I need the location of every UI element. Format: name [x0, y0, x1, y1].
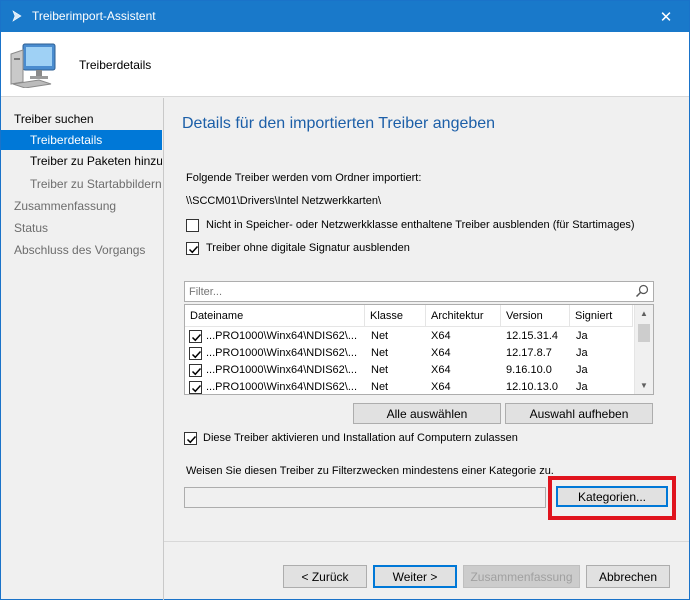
summary-button: Zusammenfassung — [463, 565, 580, 588]
cell-dateiname: ...PRO1000\Winx64\NDIS62\... — [206, 381, 358, 393]
hide-unsigned-checkbox[interactable] — [186, 242, 199, 255]
checkmark-icon — [191, 350, 202, 359]
cell-dateiname: ...PRO1000\Winx64\NDIS62\... — [206, 330, 358, 342]
filter-input[interactable] — [189, 284, 619, 299]
header-title: Treiberdetails — [79, 58, 152, 72]
cell-signiert: Ja — [576, 381, 588, 393]
table-row[interactable]: ...PRO1000\Winx64\NDIS62\... Net X64 12.… — [185, 379, 633, 394]
highlight-box — [548, 476, 676, 520]
import-info-label: Folgende Treiber werden vom Ordner impor… — [186, 172, 422, 184]
scroll-up-icon[interactable]: ▲ — [635, 305, 653, 322]
computer-icon — [10, 43, 56, 88]
cell-klasse: Net — [371, 381, 389, 393]
cell-version: 12.15.31.4 — [506, 330, 558, 342]
step-zusammenfassung: Zusammenfassung — [14, 199, 117, 213]
cell-dateiname: ...PRO1000\Winx64\NDIS62\... — [206, 364, 358, 376]
cancel-button[interactable]: Abbrechen — [586, 565, 670, 588]
wizard-content: Details für den importierten Treiber ang… — [164, 98, 689, 599]
wizard-header: Treiberdetails — [1, 32, 689, 97]
cell-architektur: X64 — [431, 364, 451, 376]
row-checkbox[interactable] — [189, 364, 202, 377]
cell-version: 9.16.10.0 — [506, 364, 552, 376]
table-header: Dateiname Klasse Architektur Version Sig… — [185, 305, 633, 327]
hide-class-checkbox[interactable] — [186, 219, 199, 232]
wizard-window: Treiberimport-Assistent ✕ Treiberdetails… — [0, 0, 690, 600]
cell-signiert: Ja — [576, 347, 588, 359]
cell-klasse: Net — [371, 330, 389, 342]
checkmark-icon — [186, 435, 197, 444]
step-treiberdetails: Treiberdetails — [1, 130, 162, 150]
category-info-label: Weisen Sie diesen Treiber zu Filterzweck… — [186, 465, 554, 477]
step-treiber-zu-startabbildern: Treiber zu Startabbildern — [30, 177, 162, 191]
cell-architektur: X64 — [431, 381, 451, 393]
step-abschluss: Abschluss des Vorgangs — [14, 243, 146, 257]
table-row[interactable]: ...PRO1000\Winx64\NDIS62\... Net X64 9.1… — [185, 362, 633, 379]
filter-box[interactable] — [184, 281, 654, 302]
table-row[interactable]: ...PRO1000\Winx64\NDIS62\... Net X64 12.… — [185, 328, 633, 345]
folder-path-label: \\SCCM01\Drivers\Intel Netzwerkkarten\ — [186, 195, 381, 207]
wizard-app-icon — [12, 10, 22, 22]
wizard-steps: Treiber suchen Treiberdetails Treiber zu… — [1, 98, 163, 599]
scroll-down-icon[interactable]: ▼ — [635, 377, 653, 394]
column-header-klasse[interactable]: Klasse — [365, 305, 426, 327]
step-treiber-zu-paketen: Treiber zu Paketen hinzufügen — [30, 154, 162, 168]
select-all-button[interactable]: Alle auswählen — [353, 403, 501, 424]
cell-version: 12.17.8.7 — [506, 347, 552, 359]
scroll-thumb[interactable] — [638, 324, 650, 342]
back-button[interactable]: < Zurück — [283, 565, 367, 588]
checkmark-icon — [191, 384, 202, 393]
row-checkbox[interactable] — [189, 347, 202, 360]
cell-version: 12.10.13.0 — [506, 381, 558, 393]
cell-klasse: Net — [371, 347, 389, 359]
column-header-version[interactable]: Version — [501, 305, 570, 327]
hide-unsigned-label: Treiber ohne digitale Signatur ausblende… — [206, 242, 410, 254]
table-scrollbar[interactable]: ▲ ▼ — [634, 305, 653, 394]
step-treiber-suchen: Treiber suchen — [14, 112, 94, 126]
footer-divider — [164, 541, 689, 542]
column-header-dateiname[interactable]: Dateiname — [185, 305, 365, 327]
title-bar: Treiberimport-Assistent ✕ — [1, 1, 689, 32]
checkmark-icon — [191, 367, 202, 376]
column-header-architektur[interactable]: Architektur — [426, 305, 501, 327]
table-row[interactable]: ...PRO1000\Winx64\NDIS62\... Net X64 12.… — [185, 345, 633, 362]
column-header-signiert[interactable]: Signiert — [570, 305, 633, 327]
hide-class-label: Nicht in Speicher- oder Netzwerkklasse e… — [206, 219, 635, 231]
enable-drivers-checkbox[interactable] — [184, 432, 197, 445]
driver-table: Dateiname Klasse Architektur Version Sig… — [184, 304, 654, 395]
window-title: Treiberimport-Assistent — [32, 9, 156, 23]
next-button[interactable]: Weiter > — [373, 565, 457, 588]
cell-klasse: Net — [371, 364, 389, 376]
row-checkbox[interactable] — [189, 381, 202, 394]
category-field — [184, 487, 546, 508]
cell-dateiname: ...PRO1000\Winx64\NDIS62\... — [206, 347, 358, 359]
enable-drivers-label: Diese Treiber aktivieren und Installatio… — [203, 432, 518, 444]
checkmark-icon — [191, 333, 202, 342]
deselect-all-button[interactable]: Auswahl aufheben — [505, 403, 653, 424]
cell-signiert: Ja — [576, 364, 588, 376]
close-icon[interactable]: ✕ — [643, 1, 689, 32]
page-title: Details für den importierten Treiber ang… — [182, 115, 496, 132]
checkmark-icon — [188, 245, 199, 254]
cell-signiert: Ja — [576, 330, 588, 342]
cell-architektur: X64 — [431, 330, 451, 342]
search-icon[interactable] — [635, 284, 649, 298]
cell-architektur: X64 — [431, 347, 451, 359]
row-checkbox[interactable] — [189, 330, 202, 343]
step-status: Status — [14, 221, 49, 235]
